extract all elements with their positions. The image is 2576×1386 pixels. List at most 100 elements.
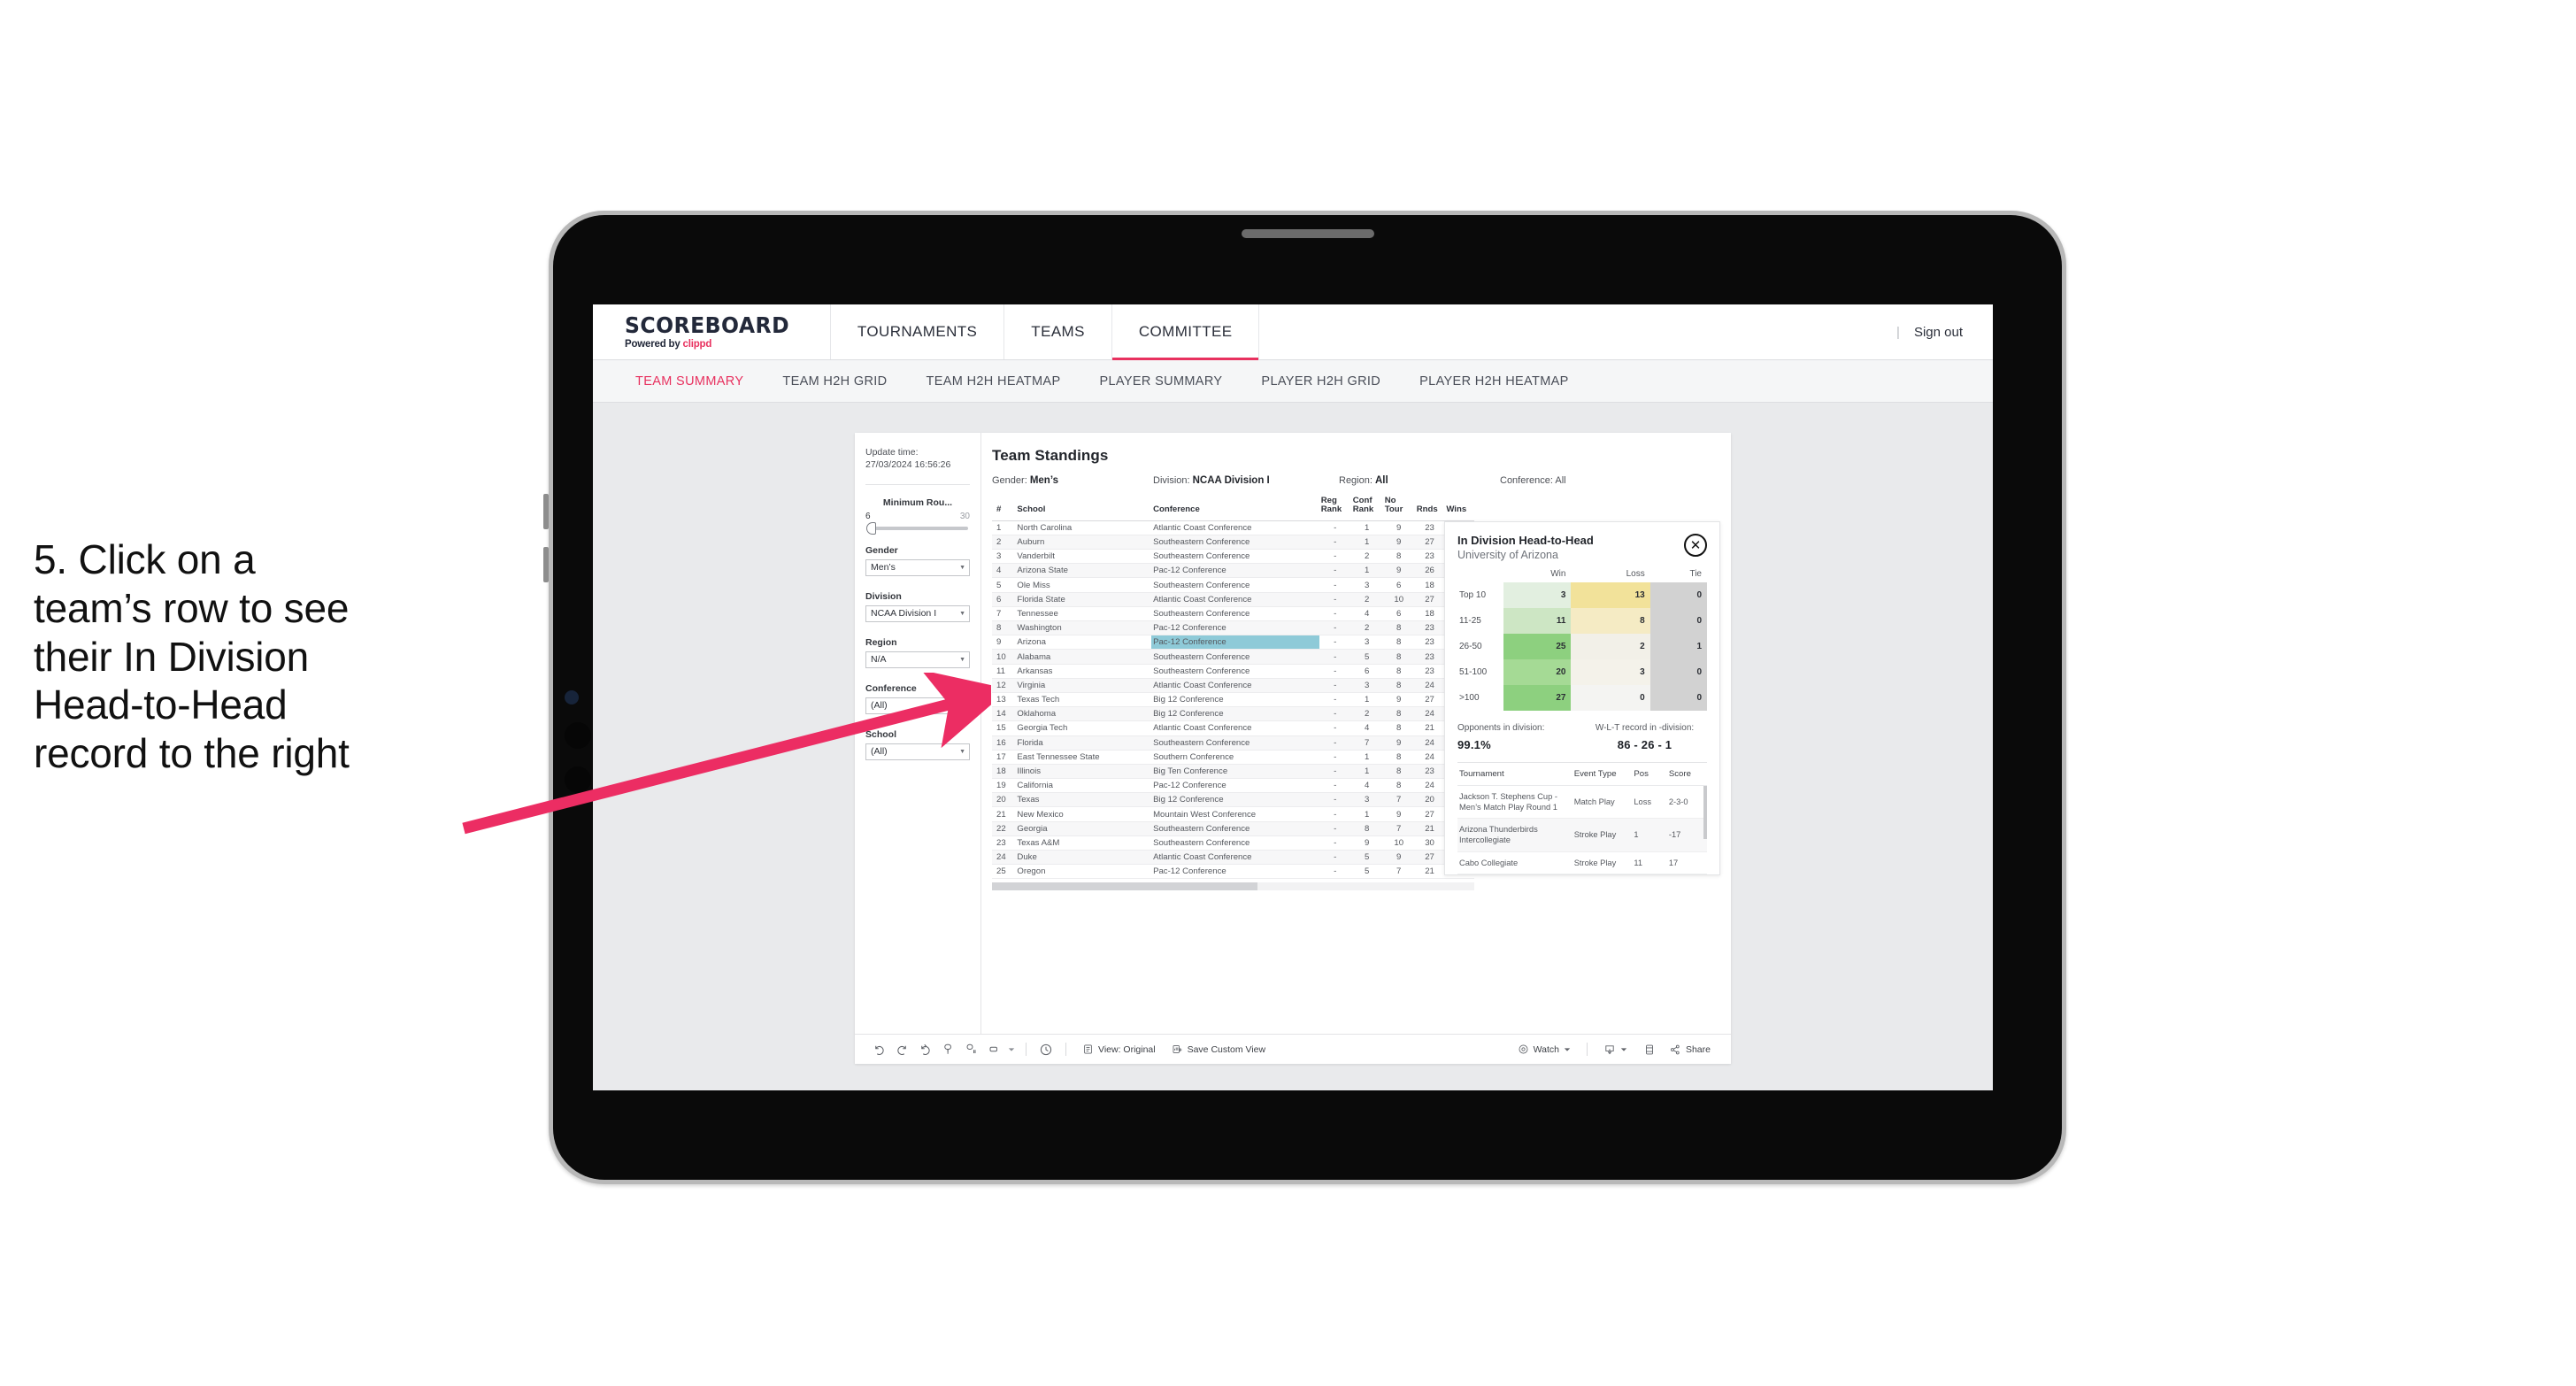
table-row[interactable]: 3VanderbiltSoutheastern Conference-28235 bbox=[992, 549, 1474, 565]
cell-conf-rank: 6 bbox=[1350, 664, 1383, 679]
h2h-cell-win: 27 bbox=[1503, 685, 1572, 712]
col-no-tour[interactable]: No Tour bbox=[1382, 495, 1415, 521]
table-row[interactable]: 21 New Mexico Mountain West Conference -1 9 2… bbox=[992, 806, 1474, 822]
app-header-right: | Sign out bbox=[1896, 304, 1993, 359]
nav-tab-committee[interactable]: COMMITTEE bbox=[1111, 304, 1260, 360]
col-conference[interactable]: Conference bbox=[1151, 495, 1319, 521]
download-button[interactable] bbox=[1596, 1043, 1635, 1056]
tournaments-table: Tournament Event Type Pos Score Jackson … bbox=[1457, 763, 1707, 874]
region-select[interactable]: N/A ▼ bbox=[865, 651, 970, 668]
table-row[interactable]: 2AuburnSoutheastern Conference-19276 bbox=[992, 535, 1474, 551]
h2h-cell-win: 11 bbox=[1503, 608, 1572, 635]
cell-reg-rank: - bbox=[1319, 778, 1351, 794]
table-row[interactable]: 5Ole MissSoutheastern Conference-36181 bbox=[992, 577, 1474, 593]
redo-icon[interactable] bbox=[890, 1040, 913, 1059]
horizontal-scrollbar[interactable] bbox=[992, 882, 1474, 891]
table-row[interactable]: 16FloridaSoutheastern Conference-79244 bbox=[992, 735, 1474, 751]
conference-select[interactable]: (All) ▼ bbox=[865, 697, 970, 714]
cell-school: Alabama bbox=[1015, 649, 1152, 665]
cell-rnds: 23 bbox=[1414, 664, 1445, 679]
tournament-row[interactable]: Arizona Thunderbirds Intercollegiate Stro… bbox=[1457, 818, 1707, 852]
slider-handle[interactable] bbox=[866, 521, 876, 535]
rail-divider bbox=[865, 483, 970, 485]
table-row[interactable]: 7TennesseeSoutheastern Conference-46182 bbox=[992, 606, 1474, 622]
cell-conference: Atlantic Coast Conference bbox=[1151, 592, 1319, 607]
chevron-down-icon[interactable] bbox=[1005, 1040, 1018, 1059]
fullscreen-button[interactable] bbox=[1635, 1043, 1661, 1056]
tournaments-section: Tournament Event Type Pos Score Jackson … bbox=[1457, 762, 1707, 874]
col-wins[interactable]: Wins bbox=[1444, 495, 1474, 521]
col-rnds[interactable]: Rnds bbox=[1414, 495, 1445, 521]
table-row[interactable]: 25OregonPac-12 Conference-57210 bbox=[992, 864, 1474, 880]
cell-conf-rank: 1 bbox=[1350, 806, 1383, 822]
table-row[interactable]: 24DukeAtlantic Coast Conference-59271 bbox=[992, 850, 1474, 866]
share-button[interactable]: Share bbox=[1661, 1043, 1719, 1056]
table-row[interactable]: 11ArkansasSoutheastern Conference-68232 bbox=[992, 664, 1474, 679]
tab-team-h2h-grid[interactable]: TEAM H2H GRID bbox=[763, 374, 906, 389]
clock-icon[interactable] bbox=[1034, 1040, 1057, 1059]
cell-school: Duke bbox=[1015, 850, 1152, 866]
revert-icon[interactable] bbox=[913, 1040, 936, 1059]
cell-conference: Big Ten Conference bbox=[1151, 764, 1319, 780]
table-row[interactable]: 14OklahomaBig 12 Conference-28242 bbox=[992, 706, 1474, 722]
tournaments-vertical-scrollbar[interactable] bbox=[1703, 786, 1707, 840]
cell-school: Vanderbilt bbox=[1015, 549, 1152, 565]
scrollbar-thumb[interactable] bbox=[992, 882, 1257, 891]
table-row[interactable]: 9ArizonaPac-12 Conference-38232 bbox=[992, 635, 1474, 651]
tab-player-h2h-grid[interactable]: PLAYER H2H GRID bbox=[1242, 374, 1400, 389]
col-reg-rank[interactable]: Reg Rank bbox=[1319, 495, 1351, 521]
app-header: SCOREBOARD Powered by clippd TOURNAMENTS… bbox=[593, 304, 1993, 360]
pause-refresh-icon[interactable] bbox=[936, 1040, 959, 1059]
minimum-rounds-slider[interactable] bbox=[866, 521, 968, 535]
watch-button[interactable]: Watch bbox=[1510, 1043, 1579, 1055]
table-row[interactable]: 6 Florida State Atlantic Coast Conference -… bbox=[992, 592, 1474, 607]
table-row[interactable]: 17 East Tennessee State Southern Conferenc… bbox=[992, 750, 1474, 765]
table-row[interactable]: 22GeorgiaSoutheastern Conference-87211 bbox=[992, 821, 1474, 836]
save-custom-view-button[interactable]: Save Custom View bbox=[1164, 1043, 1274, 1055]
nav-tab-tournaments[interactable]: TOURNAMENTS bbox=[831, 304, 1005, 359]
table-row[interactable]: 8WashingtonPac-12 Conference-28231 bbox=[992, 620, 1474, 636]
table-row[interactable]: 20TexasBig 12 Conference-37200 bbox=[992, 792, 1474, 808]
table-row[interactable]: 4Arizona StatePac-12 Conference-19261 bbox=[992, 563, 1474, 579]
tab-player-summary[interactable]: PLAYER SUMMARY bbox=[1080, 374, 1242, 389]
tab-player-h2h-heatmap[interactable]: PLAYER H2H HEATMAP bbox=[1400, 374, 1588, 389]
division-select[interactable]: NCAA Division I ▼ bbox=[865, 604, 970, 622]
pause-icon[interactable] bbox=[959, 1040, 982, 1059]
head-to-head-title: In Division Head-to-Head bbox=[1457, 534, 1594, 547]
tab-team-summary[interactable]: TEAM SUMMARY bbox=[616, 374, 763, 389]
col-rank[interactable]: # bbox=[992, 495, 1016, 521]
table-row[interactable]: 18IllinoisBig Ten Conference-18233 bbox=[992, 764, 1474, 780]
cell-rank: 15 bbox=[992, 720, 1016, 736]
table-row[interactable]: 23 Texas A&M Southeastern Conference -9 10 30… bbox=[992, 835, 1474, 851]
h2h-row: 11-25 11 8 0 bbox=[1457, 608, 1707, 635]
cell-conference: Southeastern Conference bbox=[1151, 821, 1319, 836]
cell-conf-rank: 2 bbox=[1350, 549, 1383, 565]
table-row[interactable]: 1 North Carolina Atlantic Coast Conference… bbox=[992, 520, 1474, 535]
table-row[interactable]: 13Texas TechBig 12 Conference-19272 bbox=[992, 692, 1474, 708]
close-icon[interactable]: ✕ bbox=[1684, 534, 1707, 557]
cell-conf-rank: 1 bbox=[1350, 535, 1383, 551]
cell-rnds: 23 bbox=[1414, 620, 1445, 636]
h2h-cell-tie: 0 bbox=[1649, 608, 1707, 635]
cell-school: Washington bbox=[1015, 620, 1152, 636]
gender-select[interactable]: Men’s ▼ bbox=[865, 558, 970, 576]
brand-logo[interactable]: SCOREBOARD Powered by clippd bbox=[593, 304, 831, 359]
cell-conf-rank: 8 bbox=[1350, 821, 1383, 836]
tab-team-h2h-heatmap[interactable]: TEAM H2H HEATMAP bbox=[907, 374, 1080, 389]
table-row[interactable]: 15 Georgia Tech Atlantic Coast Conference -… bbox=[992, 720, 1474, 736]
tournament-row[interactable]: Jackson T. Stephens Cup - Men’s Match Pl… bbox=[1457, 785, 1707, 820]
tournament-row[interactable]: Cabo Collegiate Stroke Play 11 17 bbox=[1457, 851, 1707, 874]
sign-out-link[interactable]: Sign out bbox=[1914, 325, 1963, 340]
undo-icon[interactable] bbox=[867, 1040, 890, 1059]
col-conf-rank[interactable]: Conf Rank bbox=[1350, 495, 1383, 521]
cell-rnds: 27 bbox=[1414, 850, 1445, 866]
col-school[interactable]: School bbox=[1015, 495, 1152, 521]
table-row[interactable]: 12 Virginia Atlantic Coast Conference -3 8 24… bbox=[992, 678, 1474, 693]
cell-event-type: Stroke Play bbox=[1572, 851, 1633, 874]
layout-icon[interactable] bbox=[982, 1040, 1005, 1059]
table-row[interactable]: 10AlabamaSoutheastern Conference-58233 bbox=[992, 649, 1474, 665]
school-select[interactable]: (All) ▼ bbox=[865, 743, 970, 760]
table-row[interactable]: 19CaliforniaPac-12 Conference-48242 bbox=[992, 778, 1474, 794]
view-original-button[interactable]: View: Original bbox=[1074, 1043, 1164, 1055]
nav-tab-teams[interactable]: TEAMS bbox=[1004, 304, 1112, 359]
